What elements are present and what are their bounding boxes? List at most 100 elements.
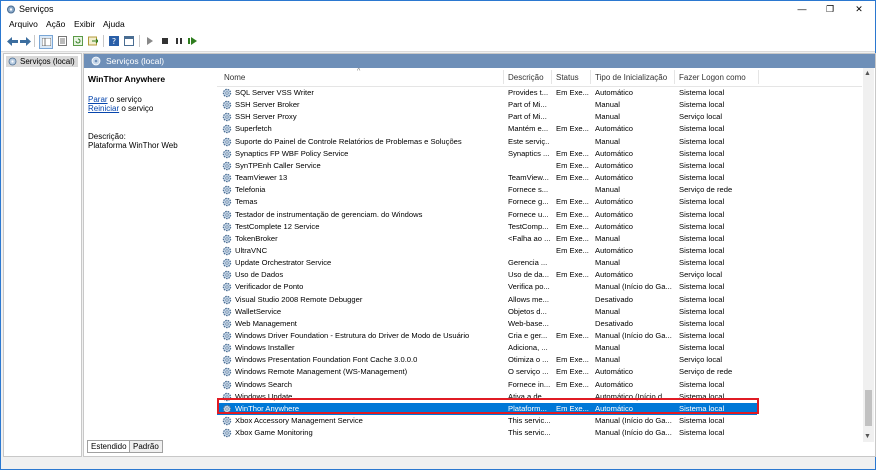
description-label: Descrição: [88,132,126,141]
table-row[interactable]: Telefonia Fornece s... Manual Serviço de re… [217,184,862,196]
pause-icon[interactable] [173,35,185,47]
column-header-logon[interactable]: Fazer Logon como [679,73,746,82]
cell-startup-type: Manual [595,306,620,316]
table-row[interactable]: Update Orchestrator Service Gerencia ... M… [217,257,862,269]
tab-estendido[interactable]: Estendido [87,440,131,453]
vertical-scrollbar[interactable]: ▲ ▼ [863,68,874,442]
column-header-status[interactable]: Status [556,73,579,82]
cell-startup-type: Automático [595,379,633,389]
toolbar-separator [34,35,35,47]
service-gear-icon [222,416,232,426]
cell-startup-type: Manual (Início do Ga... [595,282,672,292]
restart-icon[interactable] [187,35,199,47]
minimize-button[interactable]: — [787,1,817,18]
table-row[interactable]: Testador de instrumentação de gerenciam.… [217,209,862,221]
column-divider[interactable] [590,70,591,84]
table-row[interactable]: Windows Driver Foundation - Estrutura do… [217,330,862,342]
table-row[interactable]: Windows Presentation Foundation Font Cac… [217,354,862,366]
cell-description: Fornece u... [508,209,549,219]
service-gear-icon [222,331,232,341]
column-header-nome[interactable]: Nome [224,73,245,82]
stop-service-link[interactable]: Parar [88,95,108,104]
cell-startup-type: Automático [595,367,633,377]
table-row[interactable]: SQL Server VSS Writer Provides t... Em Exe… [217,87,862,99]
cell-logon-as: Sistema local [679,318,725,328]
cell-startup-type: Manual [595,258,620,268]
menu-arquivo[interactable]: Arquivo [9,19,38,29]
service-gear-icon [222,113,232,122]
cell-description: Verifica po... [508,282,550,292]
service-gear-icon [222,246,232,256]
tree-item-label: Serviços (local) [20,57,75,66]
table-row[interactable]: Xbox Game Monitoring This servic... Manual… [217,427,862,439]
table-row[interactable]: TestComplete 12 Service TestComp... Em Exe… [217,221,862,233]
table-row[interactable]: Temas Fornece g... Em Exe... Automático Sist… [217,196,862,208]
cell-logon-as: Sistema local [679,258,725,268]
cell-description: Fornece in... [508,379,550,389]
selected-service-name: WinThor Anywhere [88,74,166,84]
service-gear-icon [222,368,232,377]
scroll-up-icon[interactable]: ▲ [864,70,871,77]
play-icon[interactable] [144,35,156,47]
restart-service-link[interactable]: Reiniciar [88,104,119,113]
menu-exibir[interactable]: Exibir [74,19,95,29]
back-icon[interactable] [6,35,18,47]
column-divider[interactable] [551,70,552,84]
column-divider[interactable] [503,70,504,84]
table-row[interactable]: Uso de Dados Uso de da... Em Exe... Automát… [217,269,862,281]
cell-name: Telefonia [235,185,266,195]
table-row[interactable]: WalletService Objetos d... Manual Sistema l… [217,306,862,318]
tree-item-services-local[interactable]: Serviços (local) [6,56,78,67]
stop-icon[interactable] [159,35,171,47]
column-header-descricao[interactable]: Descrição [508,73,544,82]
cell-startup-type: Manual (Início do Ga... [595,428,672,438]
table-row[interactable]: Synaptics FP WBF Policy Service Synaptics… [217,148,862,160]
view-icon[interactable] [123,35,135,47]
cell-logon-as: Serviço local [679,355,723,365]
cell-description: Este serviç... [508,136,550,146]
scroll-down-icon[interactable]: ▼ [864,433,871,440]
table-row[interactable]: Superfetch Mantém e... Em Exe... Automático… [217,123,862,135]
cell-name: Windows Driver Foundation - Estrutura do… [235,331,470,340]
maximize-button[interactable]: ❐ [815,1,845,18]
table-row[interactable]: SSH Server Broker Part of Mi... Manual Sist… [217,99,862,111]
window-title: Serviços [19,4,54,14]
service-gear-icon [222,428,232,438]
table-row[interactable]: Windows Installer Adiciona, ... Manual Sist… [217,342,862,354]
cell-status: Em Exe... [556,209,589,219]
table-row[interactable]: Visual Studio 2008 Remote Debugger Allows… [217,294,862,306]
description-value: Plataforma WinThor Web [88,141,178,150]
table-row[interactable]: Windows Remote Management (WS-Management… [217,366,862,378]
table-row[interactable]: SSH Server Proxy Part of Mi... Manual Servi… [217,111,862,123]
forward-icon[interactable] [19,35,31,47]
help-icon[interactable]: ? [108,35,120,47]
cell-logon-as: Sistema local [679,160,725,170]
column-divider[interactable] [758,70,759,84]
menu-ajuda[interactable]: Ajuda [103,19,125,29]
show-hide-tree-icon[interactable] [39,35,53,49]
table-row[interactable]: UltraVNC Em Exe... Automático Sistema local [217,245,862,257]
close-button[interactable]: ✕ [844,1,874,18]
column-header-tipo-inicializacao[interactable]: Tipo de Inicialização [595,73,667,82]
description-block: Descrição: Plataforma WinThor Web [88,132,178,150]
table-row[interactable]: TeamViewer 13 TeamView... Em Exe... Automát… [217,172,862,184]
cell-logon-as: Sistema local [679,88,725,97]
table-row[interactable]: Suporte do Painel de Controle Relatórios… [217,136,862,148]
cell-description: <Falha ao ... [508,233,550,243]
table-row[interactable]: TokenBroker <Falha ao ... Em Exe... Manual S… [217,233,862,245]
table-row[interactable]: Verificador de Ponto Verifica po... Manual… [217,281,862,293]
export-icon[interactable] [87,35,99,47]
menu-acao[interactable]: Ação [46,19,65,29]
service-gear-icon [222,88,232,98]
cell-description: Synaptics ... [508,148,550,158]
scrollbar-thumb[interactable] [865,390,872,426]
properties-icon[interactable] [56,35,68,47]
table-row[interactable]: SynTPEnh Caller Service Em Exe... Automáti… [217,160,862,172]
table-row[interactable]: Xbox Accessory Management Service This se… [217,415,862,427]
column-divider[interactable] [674,70,675,84]
tab-padrao[interactable]: Padrão [129,440,163,453]
table-row[interactable]: Windows Search Fornece in... Em Exe... Auto… [217,379,862,391]
table-row[interactable]: Web Management Web-base... Desativado Siste… [217,318,862,330]
refresh-icon[interactable] [72,35,84,47]
cell-description: Fornece s... [508,185,549,195]
